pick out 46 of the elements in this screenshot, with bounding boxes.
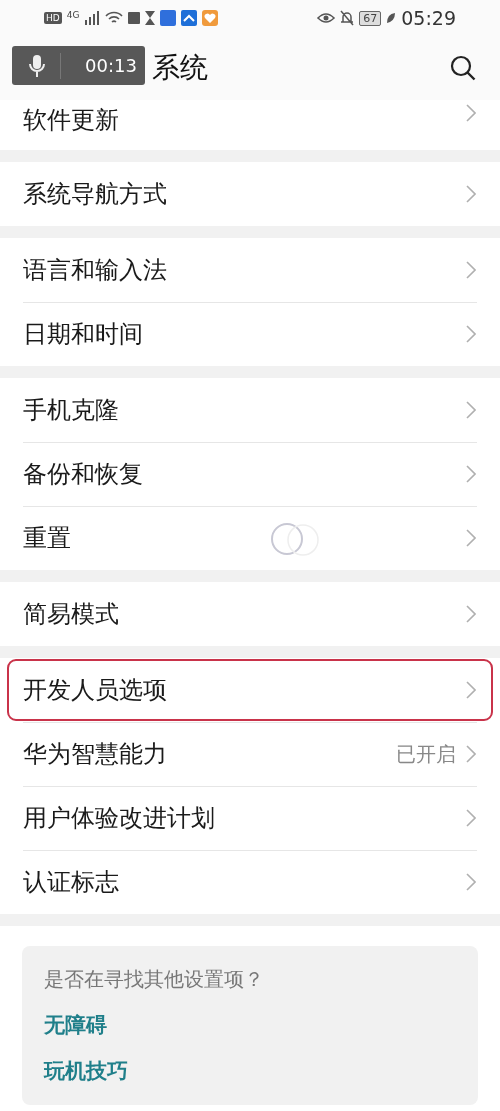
settings-row[interactable]: 华为智慧能力 已开启 [0,722,500,786]
hourglass-icon [145,11,156,25]
chevron-icon [466,529,476,547]
settings-row[interactable]: 备份和恢复 [0,442,500,506]
chevron-icon [466,809,476,827]
screen-recorder-overlay[interactable]: 00:13 [12,46,145,85]
settings-row[interactable]: 简易模式 [0,582,500,646]
leaf-icon [386,12,397,24]
heart-icon [202,10,219,26]
microphone-icon [26,53,48,78]
chevron-icon [466,325,476,343]
suggestion-link[interactable]: 玩机技巧 [44,1057,456,1085]
clock: 05:29 [401,7,456,29]
signal-icon [84,11,101,25]
page-title: 系统 [152,50,208,86]
chevron-icon [466,745,476,763]
square-icon [128,12,141,24]
settings-row[interactable]: 认证标志 [0,850,500,914]
recording-time: 00:13 [85,55,137,76]
battery-level: 67 [359,10,382,26]
settings-row[interactable]: 开发人员选项 [6,658,494,722]
settings-row[interactable]: 手机克隆 [0,378,500,442]
settings-row[interactable]: 系统导航方式 [0,162,500,226]
app-icon [181,10,198,26]
chevron-icon [466,185,476,203]
settings-row[interactable]: 用户体验改进计划 [0,786,500,850]
chevron-icon [466,873,476,891]
app-icon [160,10,177,26]
settings-row[interactable]: 重置 [0,506,500,570]
network-label: 4G [66,10,80,20]
chevron-icon [466,401,476,419]
chevron-icon [466,104,476,122]
hd-icon: HD [44,12,62,24]
suggestion-question: 是否在寻找其他设置项？ [44,966,265,993]
chevron-icon [466,605,476,623]
search-icon[interactable] [450,55,476,81]
muted-bell-icon [340,10,355,26]
chevron-icon [466,681,476,699]
eye-icon [317,12,336,24]
settings-row[interactable]: 语言和输入法 [0,238,500,302]
suggestion-link[interactable]: 无障碍 [44,1011,456,1039]
settings-row[interactable]: 日期和时间 [0,302,500,366]
chevron-icon [466,261,476,279]
wifi-icon [105,11,124,25]
settings-row[interactable]: 软件更新 [0,100,500,150]
chevron-icon [466,465,476,483]
